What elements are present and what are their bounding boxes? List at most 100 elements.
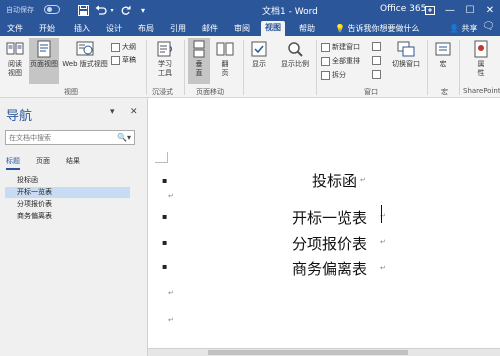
share-label: 共享: [461, 24, 478, 33]
tell-me-search[interactable]: 💡 告诉我你想要做什么: [335, 23, 420, 34]
split-button[interactable]: 拆分: [321, 70, 346, 80]
reset-window-position-icon: [372, 70, 381, 79]
zoom-label: 显示比例: [281, 60, 309, 68]
side-to-side-button[interactable]: 翻 页: [214, 40, 236, 78]
comments-icon[interactable]: 🗨: [478, 20, 499, 33]
tab-insert[interactable]: 插入: [70, 22, 94, 35]
read-mode-label: 阅读 视图: [8, 60, 22, 77]
margin-corner-mark: [155, 152, 168, 163]
nav-pane-title: 导航: [6, 109, 33, 124]
undo-icon[interactable]: [94, 2, 108, 18]
tab-layout[interactable]: 布局: [134, 22, 158, 35]
nav-heading-item[interactable]: 投标函: [5, 175, 130, 186]
horizontal-scrollbar[interactable]: [148, 348, 500, 356]
maximize-icon[interactable]: ☐: [460, 0, 480, 20]
scrollbar-thumb[interactable]: [208, 350, 408, 355]
draft-button[interactable]: 草稿: [111, 55, 136, 65]
doc-heading-line[interactable]: 商务偏离表: [292, 258, 367, 279]
learning-tools-icon: [157, 41, 172, 57]
nav-tab-headings[interactable]: 标题: [6, 156, 20, 170]
vertical-icon: [193, 40, 205, 58]
autosave-toggle[interactable]: [44, 5, 60, 14]
tab-home[interactable]: 开始: [35, 22, 59, 35]
tab-review[interactable]: 审阅: [230, 22, 254, 35]
nav-heading-item[interactable]: 分项报价表: [5, 199, 130, 210]
tab-mailings[interactable]: 邮件: [198, 22, 222, 35]
paragraph-mark: ↵: [168, 316, 174, 324]
print-layout-button[interactable]: 页面视图: [29, 38, 59, 84]
group-separator: [427, 40, 428, 95]
web-layout-icon: [76, 41, 94, 56]
new-window-label: 新建窗口: [332, 43, 360, 51]
arrange-all-icon: [321, 56, 330, 66]
save-icon[interactable]: [76, 2, 90, 18]
synchronous-scrolling-button[interactable]: [372, 56, 381, 65]
minimize-icon[interactable]: —: [440, 0, 460, 20]
properties-icon: [474, 40, 488, 58]
properties-button[interactable]: 属 性: [470, 40, 492, 78]
tab-view[interactable]: 视图: [261, 21, 285, 36]
nav-tab-pages[interactable]: 页面: [36, 156, 50, 166]
tab-file[interactable]: 文件: [3, 22, 27, 35]
paragraph-mark: ↵: [168, 289, 174, 297]
show-button[interactable]: 显示: [248, 40, 270, 69]
new-window-button[interactable]: 新建窗口: [321, 42, 360, 52]
paragraph-mark: ↵: [360, 176, 366, 184]
group-label-immersive: 沉浸式: [152, 88, 173, 96]
close-icon[interactable]: ✕: [480, 0, 500, 20]
doc-heading-line[interactable]: 投标函: [312, 170, 357, 191]
view-side-by-side-icon: [372, 42, 381, 51]
show-icon: [251, 41, 267, 57]
side-to-side-label: 翻 页: [221, 60, 229, 77]
paragraph-mark: ↵: [380, 238, 386, 246]
outline-button[interactable]: 大纲: [111, 42, 136, 52]
tab-design[interactable]: 设计: [102, 22, 126, 35]
macros-button[interactable]: 宏: [432, 40, 454, 69]
tab-help[interactable]: 帮助: [295, 22, 319, 35]
zoom-icon: [288, 42, 303, 57]
arrange-all-button[interactable]: 全部重排: [321, 56, 360, 66]
new-window-icon: [321, 42, 330, 52]
group-separator: [316, 40, 317, 95]
print-layout-label: 页面视图: [30, 60, 58, 68]
read-mode-button[interactable]: 阅读 视图: [2, 40, 28, 78]
print-layout-icon: [37, 40, 51, 58]
heading-bullet: ▪: [162, 176, 168, 185]
share-button[interactable]: 👤 共享: [446, 22, 481, 35]
view-side-by-side-button[interactable]: [372, 42, 381, 51]
web-layout-button[interactable]: Web 版式视图: [60, 40, 110, 69]
group-separator: [243, 40, 244, 95]
read-mode-icon: [6, 42, 24, 55]
group-label-page-movement: 页面移动: [196, 88, 224, 96]
vertical-label: 垂 直: [195, 60, 203, 77]
group-separator: [184, 40, 185, 95]
group-label-sharepoint: SharePoint: [463, 87, 500, 95]
group-separator: [459, 40, 460, 95]
doc-heading-line[interactable]: 开标一览表: [292, 207, 367, 228]
outline-icon: [111, 42, 120, 52]
zoom-button[interactable]: 显示比例: [278, 40, 312, 69]
vertical-button[interactable]: 垂 直: [188, 38, 210, 84]
switch-windows-label: 切换窗口: [392, 60, 420, 68]
draft-label: 草稿: [122, 56, 136, 64]
customize-qat-icon[interactable]: ▾: [136, 2, 150, 18]
ribbon-display-options-icon[interactable]: [420, 0, 440, 20]
synchronous-scrolling-icon: [372, 56, 381, 65]
ribbon-view: 阅读 视图 页面视图 Web 版式视图 大纲 草稿 视图 学习 工具 沉浸式 垂…: [0, 36, 500, 98]
search-icon[interactable]: 🔍▾: [115, 132, 133, 143]
learning-tools-button[interactable]: 学习 工具: [152, 40, 178, 78]
reset-window-position-button[interactable]: [372, 70, 381, 79]
autosave-label: 自动保存: [6, 6, 34, 14]
doc-heading-line[interactable]: 分项报价表: [292, 233, 367, 254]
nav-tab-results[interactable]: 结果: [66, 156, 80, 166]
navigation-pane: 导航 ▾ ✕ 在文档中搜索 🔍▾ 标题 页面 结果 投标函 开标一览表 分项报价…: [0, 98, 148, 356]
nav-heading-item-selected[interactable]: 开标一览表: [5, 187, 130, 198]
redo-icon[interactable]: [118, 2, 132, 18]
macros-icon: [435, 42, 451, 56]
nav-pane-close-icon[interactable]: ✕: [130, 107, 138, 117]
switch-windows-button[interactable]: 切换窗口: [388, 40, 424, 69]
tab-references[interactable]: 引用: [166, 22, 190, 35]
nav-heading-item[interactable]: 商务偏离表: [5, 211, 130, 222]
undo-dropdown-icon[interactable]: ▾: [108, 2, 116, 18]
nav-pane-options-icon[interactable]: ▾: [110, 107, 115, 117]
